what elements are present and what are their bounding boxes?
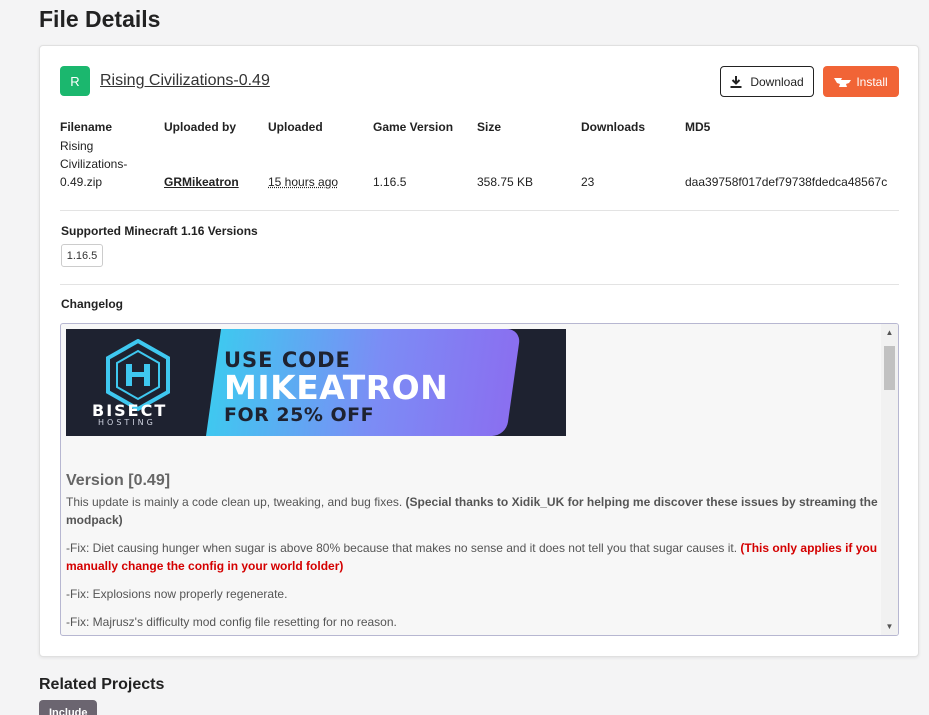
uploader-link[interactable]: GRMikeatron [164,175,239,189]
banner-brand-sub: HOSTING [98,418,156,427]
filename-header: Filename [60,120,113,134]
install-button[interactable]: Install [823,66,899,97]
meta-filename: Filename Rising Civilizations- 0.49.zip [60,118,127,191]
filename-line: Civilizations- [60,157,128,171]
version-tag: 1.16.5 [61,244,103,267]
meta-downloads: Downloads 23 [581,118,645,191]
divider [60,284,899,285]
changelog-paragraph: This update is mainly a code clean up, t… [66,493,880,529]
changelog-version-heading: Version [0.49] [66,472,171,489]
game-version-value: 1.16.5 [373,175,407,189]
changelog-paragraph: -Fix: Majrusz's difficulty mod config fi… [66,615,397,629]
meta-md5: MD5 daa39758f017def79738fdedca48567c [685,118,887,191]
download-icon [730,75,742,88]
install-label: Install [856,74,888,89]
changelog-paragraph: -Fix: Diet causing hunger when sugar is … [66,539,880,575]
banner-line-3: FOR 25% OFF [224,404,375,426]
file-header: R Rising Civilizations-0.49 [60,66,270,96]
download-button[interactable]: Download [720,66,814,97]
downloads-header: Downloads [581,120,646,134]
scroll-up-icon[interactable]: ▲ [881,324,898,341]
md5-header: MD5 [685,120,711,134]
related-projects-title: Related Projects [39,676,165,693]
downloads-value: 23 [581,175,595,189]
supported-versions-label: Supported Minecraft 1.16 Versions [61,224,258,238]
meta-game-version: Game Version 1.16.5 [373,118,453,191]
divider [60,210,899,211]
scroll-down-icon[interactable]: ▼ [881,618,898,635]
changelog-content: BISECT HOSTING USE CODE MIKEATRON FOR 25… [66,329,880,631]
project-avatar: R [60,66,90,96]
changelog-paragraph: -Fix: Explosions now properly regenerate… [66,587,288,601]
download-label: Download [750,74,804,89]
uploaded-header: Uploaded [268,120,323,134]
filename-line: Rising [60,139,94,153]
changelog-text: -Fix: Diet causing hunger when sugar is … [66,541,741,555]
changelog-frame[interactable]: BISECT HOSTING USE CODE MIKEATRON FOR 25… [60,323,899,636]
size-value: 358.75 KB [477,175,534,189]
page-title: File Details [39,6,161,32]
banner-line-2: MIKEATRON [224,368,449,407]
uploaded-time: 15 hours ago [268,175,339,189]
meta-size: Size 358.75 KB [477,118,533,191]
changelog-label: Changelog [61,297,123,311]
curseforge-icon [834,77,852,87]
size-header: Size [477,120,502,134]
meta-uploaded-by: Uploaded by GRMikeatron [164,118,239,191]
game-version-header: Game Version [373,120,454,134]
meta-uploaded: Uploaded 15 hours ago [268,118,338,191]
promo-banner[interactable]: BISECT HOSTING USE CODE MIKEATRON FOR 25… [66,329,566,436]
changelog-text: This update is mainly a code clean up, t… [66,495,406,509]
md5-value: daa39758f017def79738fdedca48567c [685,175,888,189]
filename-line: 0.49.zip [60,175,103,189]
scroll-thumb[interactable] [884,346,895,390]
uploaded-by-header: Uploaded by [164,120,237,134]
file-name-link[interactable]: Rising Civilizations-0.49 [100,72,270,90]
file-details-card: R Rising Civilizations-0.49 Download Ins… [39,45,919,657]
include-tag[interactable]: Include [39,700,97,715]
changelog-scrollbar[interactable]: ▲ ▼ [881,324,898,635]
banner-text: USE CODE MIKEATRON FOR 25% OFF [224,349,448,425]
